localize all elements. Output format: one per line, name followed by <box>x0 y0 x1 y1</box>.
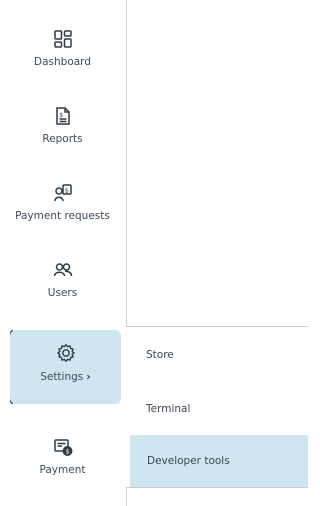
sidebar-item-label: Users <box>47 287 78 299</box>
sidebar-item-label: Reports <box>42 133 83 145</box>
sidebar-item-dashboard[interactable]: Dashboard <box>0 6 125 82</box>
sidebar-item-label: Payment requests <box>15 210 110 222</box>
submenu-item-label: Terminal <box>146 403 191 415</box>
payment-icon: $ <box>53 439 72 456</box>
sidebar-item-reports[interactable]: $ Reports <box>0 83 125 159</box>
svg-text:$: $ <box>64 187 68 195</box>
sidebar-item-label: Dashboard <box>34 56 91 68</box>
svg-text:$: $ <box>59 112 63 119</box>
submenu-item-terminal[interactable]: Terminal <box>126 383 308 435</box>
settings-icon <box>56 343 75 363</box>
sidebar-nav: Dashboard $ Reports $ Payment requests U… <box>0 0 127 506</box>
users-icon <box>53 263 72 277</box>
sidebar-item-users[interactable]: Users <box>0 237 125 313</box>
settings-submenu: Store Terminal Developer tools <box>126 326 308 488</box>
submenu-item-label: Developer tools <box>147 455 230 467</box>
submenu-item-store[interactable]: Store <box>126 329 308 381</box>
submenu-item-label: Store <box>146 349 174 361</box>
reports-icon: $ <box>55 107 70 125</box>
sidebar-item-settings[interactable]: Settings › <box>10 330 121 404</box>
dashboard-icon <box>53 30 72 48</box>
submenu-item-developer-tools[interactable]: Developer tools <box>130 435 308 487</box>
sidebar-item-payment[interactable]: $ Payment <box>0 414 125 490</box>
sidebar-item-label: Payment <box>39 464 86 476</box>
svg-text:$: $ <box>65 448 69 455</box>
chevron-right-icon: › <box>86 370 91 383</box>
sidebar-item-payment-requests[interactable]: $ Payment requests <box>0 160 125 236</box>
payment-requests-icon: $ <box>53 184 72 202</box>
sidebar-item-label: Settings › <box>40 370 91 383</box>
